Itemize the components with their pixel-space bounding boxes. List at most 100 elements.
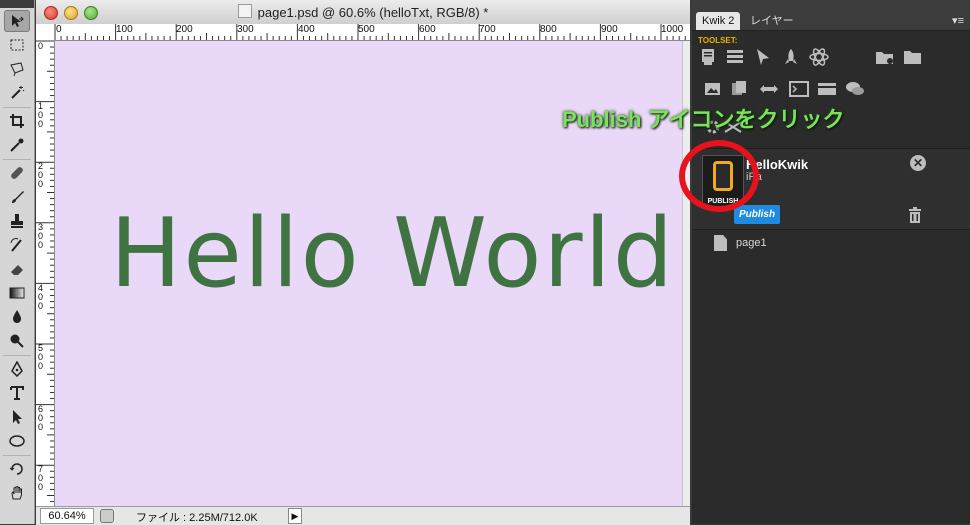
instruction-callout: Publish アイコンをクリック xyxy=(562,107,845,132)
type-tool[interactable] xyxy=(4,382,30,404)
tab-kwik[interactable]: Kwik 2 xyxy=(696,12,741,30)
document-title-wrap: page1.psd @ 60.6% (helloTxt, RGB/8) * xyxy=(36,4,690,20)
close-project-icon[interactable]: ✕ xyxy=(910,155,926,171)
pen-tool[interactable] xyxy=(4,358,30,380)
marquee-tool[interactable] xyxy=(4,34,30,56)
h-ruler-label: 0 xyxy=(56,24,62,35)
gradient-icon xyxy=(9,287,25,299)
blur-icon xyxy=(13,310,21,323)
page-list-item[interactable]: page1 xyxy=(692,232,970,254)
eraser-icon xyxy=(11,265,23,275)
crop-icon xyxy=(10,114,24,128)
document-titlebar[interactable]: page1.psd @ 60.6% (helloTxt, RGB/8) * xyxy=(36,0,690,25)
hand-tool[interactable] xyxy=(4,482,30,504)
type-icon xyxy=(10,386,24,400)
shape-tool[interactable] xyxy=(4,430,30,452)
v-ruler-label: 100 xyxy=(38,101,44,129)
hello-text-layer[interactable]: Hello World xyxy=(110,199,675,309)
image-folder-icon[interactable] xyxy=(702,80,724,98)
move-arrows-icon[interactable] xyxy=(758,80,780,98)
h-ruler-label: 1000 xyxy=(661,24,684,35)
lasso-icon xyxy=(10,62,24,77)
eyedropper-tool[interactable] xyxy=(4,134,30,156)
tools-panel xyxy=(0,0,35,524)
rotate-view-icon xyxy=(9,463,23,475)
folder-icon[interactable] xyxy=(902,48,924,66)
dodge-icon xyxy=(10,334,24,348)
pointer-icon[interactable] xyxy=(752,48,774,66)
history-brush-tool[interactable] xyxy=(4,234,30,256)
h-ruler-label: 700 xyxy=(479,24,496,35)
h-ruler-label: 900 xyxy=(601,24,618,35)
pen-icon xyxy=(11,361,23,377)
gradient-tool[interactable] xyxy=(4,282,30,304)
trash-icon[interactable] xyxy=(908,207,922,223)
kwik-panel: Kwik 2 レイヤー ▾≡ TOOLSET: xyxy=(692,0,970,524)
v-ruler-label: 300 xyxy=(38,222,44,250)
chat-icon[interactable] xyxy=(844,80,866,98)
rocket-icon[interactable] xyxy=(780,48,802,66)
h-ruler-label: 400 xyxy=(298,24,315,35)
v-ruler-label: 200 xyxy=(38,161,44,189)
magic-wand-icon xyxy=(11,86,25,99)
crop-tool[interactable] xyxy=(4,110,30,132)
horizontal-ruler[interactable]: 0 100 200 300 400 500 600 700 800 900 10… xyxy=(54,24,690,41)
lasso-tool[interactable] xyxy=(4,58,30,80)
move-tool[interactable] xyxy=(4,10,30,32)
v-ruler-label: 0 xyxy=(38,41,44,51)
page-icon xyxy=(714,235,727,251)
h-ruler-label: 300 xyxy=(237,24,254,35)
magic-wand-tool[interactable] xyxy=(4,82,30,104)
v-ruler-label: 600 xyxy=(38,404,44,432)
pages-icon[interactable] xyxy=(698,48,720,66)
brush-icon xyxy=(12,191,24,203)
atom-icon[interactable] xyxy=(808,48,830,66)
path-select-icon xyxy=(13,410,22,424)
healing-icon xyxy=(11,167,23,179)
terminal-icon[interactable] xyxy=(788,80,810,98)
stamp-tool[interactable] xyxy=(4,210,30,232)
eraser-tool[interactable] xyxy=(4,258,30,280)
blur-tool[interactable] xyxy=(4,306,30,328)
panel-tabs: Kwik 2 レイヤー ▾≡ xyxy=(692,0,970,31)
document-window: page1.psd @ 60.6% (helloTxt, RGB/8) * 0 … xyxy=(36,0,690,525)
h-ruler-label: 500 xyxy=(358,24,375,35)
status-menu-arrow[interactable]: ▶ xyxy=(288,508,302,524)
layers-list-icon[interactable] xyxy=(724,48,746,66)
eyedropper-icon xyxy=(10,138,24,152)
vertical-ruler[interactable]: 0 100 200 300 400 500 600 700 xyxy=(36,40,55,506)
publish-button[interactable]: Publish xyxy=(734,205,780,224)
shape-icon xyxy=(9,435,25,447)
tab-layers[interactable]: レイヤー xyxy=(744,12,800,30)
h-ruler-label: 600 xyxy=(419,24,436,35)
healing-tool[interactable] xyxy=(4,162,30,184)
page-label: page1 xyxy=(736,237,767,249)
dodge-tool[interactable] xyxy=(4,330,30,352)
v-ruler-label: 700 xyxy=(38,464,44,492)
path-select-tool[interactable] xyxy=(4,406,30,428)
panel-menu-icon[interactable]: ▾≡ xyxy=(952,14,964,27)
file-size-info: ファイル : 2.25M/712.0K xyxy=(136,512,258,524)
tools-grip[interactable] xyxy=(0,0,34,8)
status-bar: 60.64% ファイル : 2.25M/712.0K ▶ xyxy=(36,506,690,525)
document-icon xyxy=(237,4,252,18)
rotate-view-tool[interactable] xyxy=(4,458,30,480)
highlight-circle xyxy=(679,140,759,212)
card-icon[interactable] xyxy=(816,80,838,98)
folder-add-icon[interactable] xyxy=(874,48,896,66)
h-ruler-label: 200 xyxy=(176,24,193,35)
v-ruler-label: 400 xyxy=(38,283,44,311)
h-ruler-label: 800 xyxy=(540,24,557,35)
document-title: page1.psd @ 60.6% (helloTxt, RGB/8) * xyxy=(257,5,489,20)
brush-tool[interactable] xyxy=(4,186,30,208)
history-brush-icon xyxy=(10,238,22,252)
status-icon[interactable] xyxy=(100,509,114,523)
move-icon xyxy=(12,15,24,27)
zoom-level-field[interactable]: 60.64% xyxy=(40,508,94,524)
h-ruler-label: 100 xyxy=(116,24,133,35)
copy-icon[interactable] xyxy=(728,80,750,98)
v-ruler-label: 500 xyxy=(38,343,44,371)
ruler-corner[interactable] xyxy=(36,24,55,41)
toolset-label: TOOLSET: xyxy=(698,36,738,45)
stamp-icon xyxy=(11,214,23,228)
